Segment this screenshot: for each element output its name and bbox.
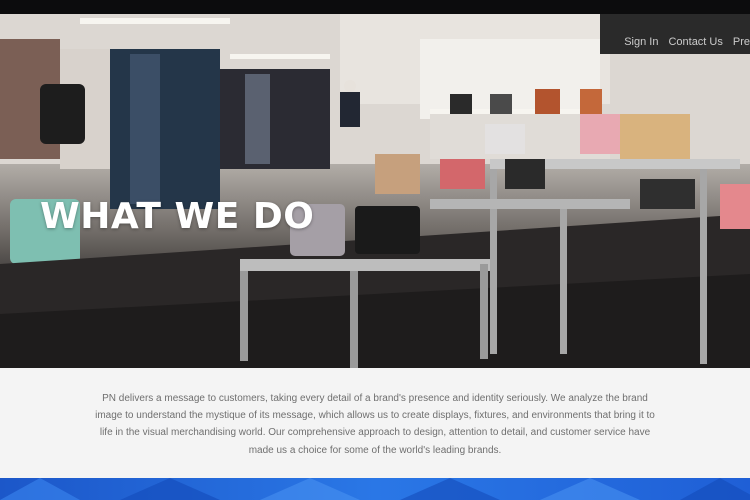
hero-title: WHAT WE DO <box>40 196 315 237</box>
store-interior-image <box>0 14 750 368</box>
nav-item-pre[interactable]: Pre <box>733 36 750 48</box>
nav-item-sign-in[interactable]: Sign In <box>624 36 658 48</box>
about-paragraph: PN delivers a message to customers, taki… <box>95 393 655 456</box>
hero-section: Sign In Contact Us Pre WHAT WE DO <box>0 14 750 368</box>
top-bar <box>0 0 750 14</box>
footer-pattern-band <box>0 478 750 500</box>
about-section: PN delivers a message to customers, taki… <box>0 368 750 478</box>
chevron-pattern <box>0 478 750 500</box>
top-nav: Sign In Contact Us Pre <box>624 36 750 48</box>
nav-item-contact-us[interactable]: Contact Us <box>668 36 722 48</box>
